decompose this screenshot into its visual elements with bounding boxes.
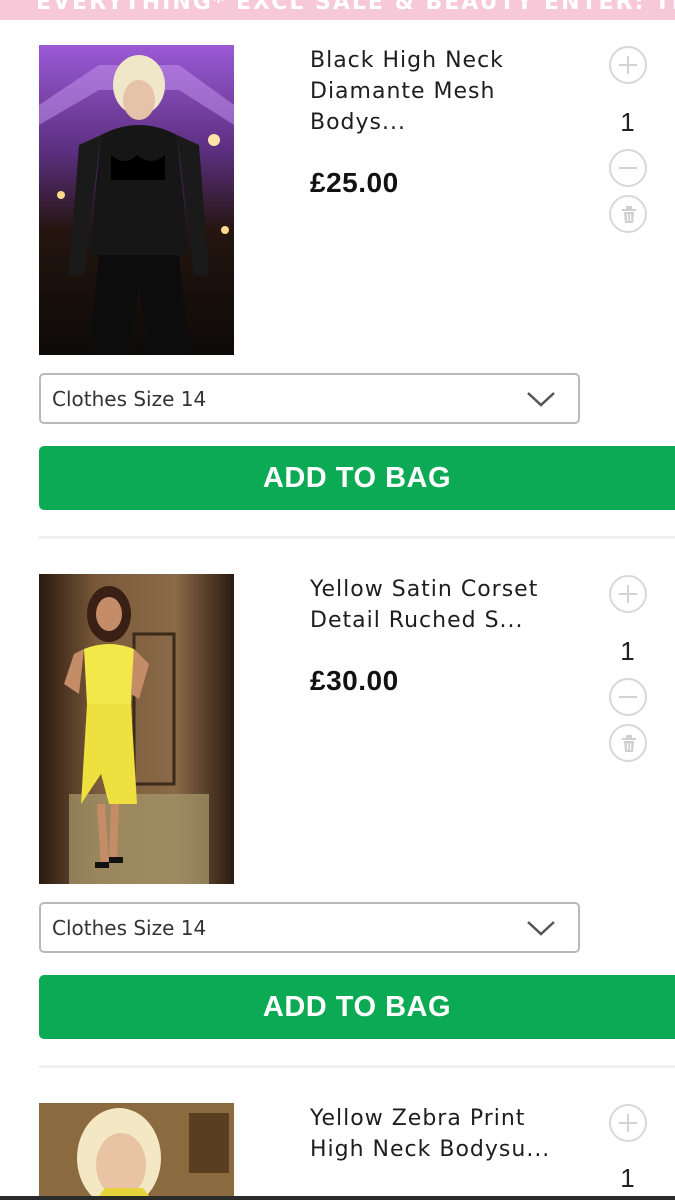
product-name-line: Diamante Mesh: [310, 79, 496, 104]
product-card: Yellow Satin Corset Detail Ruched S... £…: [0, 574, 675, 1044]
product-price: £25.00: [310, 167, 399, 198]
decrease-quantity-button[interactable]: [609, 678, 647, 716]
product-name-line: Bodys...: [310, 110, 406, 135]
remove-item-button[interactable]: [609, 195, 647, 233]
size-select[interactable]: Clothes Size 14: [39, 373, 580, 424]
product-card: Yellow Zebra Print High Neck Bodysu... 1: [0, 1103, 675, 1200]
quantity-value: 1: [620, 107, 635, 137]
divider: [39, 536, 675, 539]
product-name-line: High Neck Bodysu...: [310, 1137, 551, 1162]
product-name-line: Yellow Satin Corset: [310, 577, 539, 602]
size-select[interactable]: Clothes Size 14: [39, 902, 580, 953]
trash-icon: [622, 735, 636, 752]
chevron-down-icon: [527, 392, 555, 407]
increase-quantity-button[interactable]: [609, 1104, 647, 1142]
product-name-line: Detail Ruched S...: [310, 608, 524, 633]
product-name[interactable]: Yellow Zebra Print High Neck Bodysu...: [310, 1103, 570, 1165]
increase-quantity-button[interactable]: [609, 575, 647, 613]
product-image[interactable]: [39, 1103, 234, 1196]
bottom-edge: [0, 1196, 675, 1200]
product-image[interactable]: [39, 574, 234, 884]
add-to-bag-button[interactable]: ADD TO BAG: [39, 975, 675, 1039]
promo-banner[interactable]: EVERYTHING* EXCL SALE & BEAUTY ENTER: TR…: [0, 0, 675, 20]
product-photo-zebra-bodysuit: [39, 1103, 234, 1196]
product-name-line: Yellow Zebra Print: [310, 1106, 526, 1131]
chevron-down-icon: [527, 921, 555, 936]
decrease-quantity-button[interactable]: [609, 149, 647, 187]
product-name-line: Black High Neck: [310, 48, 504, 73]
quantity-value: 1: [620, 636, 635, 666]
product-name[interactable]: Black High Neck Diamante Mesh Bodys...: [310, 45, 570, 138]
add-to-bag-label: ADD TO BAG: [262, 461, 452, 494]
product-name[interactable]: Yellow Satin Corset Detail Ruched S...: [310, 574, 570, 636]
product-image[interactable]: [39, 45, 234, 355]
product-photo-yellow-dress: [39, 574, 234, 884]
quantity-value: 1: [620, 1163, 635, 1193]
trash-icon: [622, 206, 636, 223]
product-photo-black-bodysuit: [39, 45, 234, 355]
remove-item-button[interactable]: [609, 724, 647, 762]
product-card: Black High Neck Diamante Mesh Bodys... £…: [0, 45, 675, 515]
divider: [39, 1065, 675, 1068]
increase-quantity-button[interactable]: [609, 46, 647, 84]
product-price: £30.00: [310, 665, 399, 696]
size-selected-value: Clothes Size 14: [52, 387, 207, 411]
add-to-bag-button[interactable]: ADD TO BAG: [39, 446, 675, 510]
add-to-bag-label: ADD TO BAG: [262, 990, 452, 1023]
size-selected-value: Clothes Size 14: [52, 916, 207, 940]
promo-text: EVERYTHING* EXCL SALE & BEAUTY ENTER: TR…: [36, 0, 675, 15]
